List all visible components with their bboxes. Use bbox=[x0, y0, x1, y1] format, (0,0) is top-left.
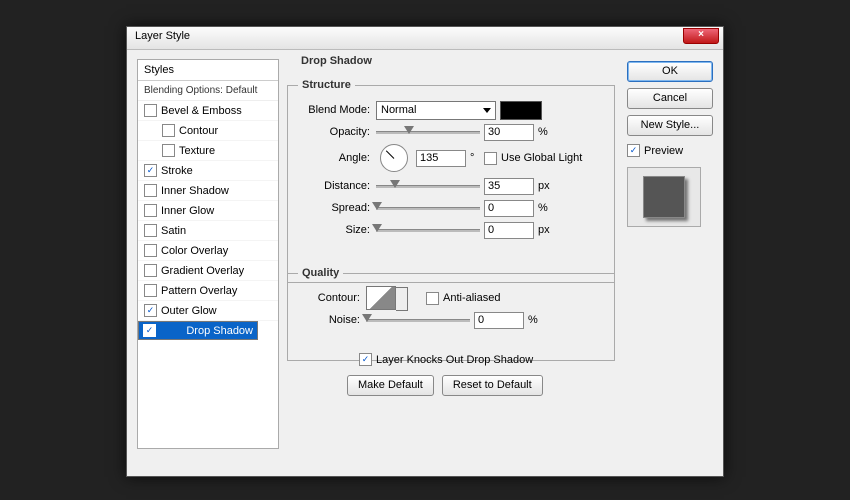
style-checkbox[interactable]: ✓ bbox=[143, 324, 156, 337]
structure-group: Structure Blend Mode: Normal Opacity: 30… bbox=[287, 79, 615, 283]
cancel-button[interactable]: Cancel bbox=[627, 88, 713, 109]
distance-label: Distance: bbox=[298, 180, 372, 192]
blend-mode-label: Blend Mode: bbox=[298, 104, 372, 116]
right-buttons: OK Cancel New Style... ✓ Preview bbox=[627, 61, 713, 227]
style-item-bevel-emboss[interactable]: Bevel & Emboss bbox=[138, 101, 278, 121]
preview-swatch bbox=[643, 176, 685, 218]
style-item-label: Outer Glow bbox=[161, 305, 217, 317]
preview-swatch-frame bbox=[627, 167, 701, 227]
style-checkbox[interactable] bbox=[144, 244, 157, 257]
style-item-satin[interactable]: Satin bbox=[138, 221, 278, 241]
size-label: Size: bbox=[298, 224, 372, 236]
layer-style-dialog: Layer Style × Styles Blending Options: D… bbox=[126, 26, 724, 477]
style-item-inner-shadow[interactable]: Inner Shadow bbox=[138, 181, 278, 201]
knockout-label: Layer Knocks Out Drop Shadow bbox=[376, 354, 533, 366]
noise-label: Noise: bbox=[298, 314, 362, 326]
style-item-stroke[interactable]: ✓ Stroke bbox=[138, 161, 278, 181]
shadow-color-swatch[interactable] bbox=[500, 101, 542, 120]
size-slider[interactable] bbox=[376, 223, 480, 237]
section-title: Drop Shadow bbox=[297, 55, 376, 67]
style-checkbox[interactable] bbox=[144, 264, 157, 277]
style-item-pattern-overlay[interactable]: Pattern Overlay bbox=[138, 281, 278, 301]
knockout-row: ✓ Layer Knocks Out Drop Shadow bbox=[359, 353, 533, 366]
preview-checkbox[interactable]: ✓ bbox=[627, 144, 640, 157]
angle-input[interactable]: 135 bbox=[416, 150, 466, 167]
global-light-checkbox[interactable] bbox=[484, 152, 497, 165]
drop-shadow-section: Drop Shadow Structure Blend Mode: Normal… bbox=[287, 55, 615, 291]
blending-options[interactable]: Blending Options: Default bbox=[138, 81, 278, 101]
style-item-inner-glow[interactable]: Inner Glow bbox=[138, 201, 278, 221]
chevron-down-icon bbox=[483, 108, 491, 113]
size-input[interactable]: 0 bbox=[484, 222, 534, 239]
opacity-input[interactable]: 30 bbox=[484, 124, 534, 141]
style-checkbox[interactable]: ✓ bbox=[144, 164, 157, 177]
style-checkbox[interactable] bbox=[162, 124, 175, 137]
angle-dial[interactable] bbox=[380, 144, 408, 172]
opacity-label: Opacity: bbox=[298, 126, 372, 138]
style-item-outer-glow[interactable]: ✓ Outer Glow bbox=[138, 301, 278, 321]
style-item-texture[interactable]: Texture bbox=[138, 141, 278, 161]
contour-label: Contour: bbox=[298, 292, 362, 304]
blend-mode-select[interactable]: Normal bbox=[376, 101, 496, 120]
noise-slider[interactable] bbox=[366, 313, 470, 327]
style-item-label: Inner Shadow bbox=[161, 185, 229, 197]
distance-slider[interactable] bbox=[376, 179, 480, 193]
antialiased-label: Anti-aliased bbox=[443, 292, 500, 304]
spread-slider[interactable] bbox=[376, 201, 480, 215]
chevron-down-icon bbox=[401, 295, 407, 299]
antialiased-checkbox[interactable] bbox=[426, 292, 439, 305]
style-checkbox[interactable]: ✓ bbox=[144, 304, 157, 317]
spread-label: Spread: bbox=[298, 202, 372, 214]
noise-input[interactable]: 0 bbox=[474, 312, 524, 329]
style-checkbox[interactable] bbox=[144, 104, 157, 117]
quality-legend: Quality bbox=[298, 267, 343, 279]
reset-default-button[interactable]: Reset to Default bbox=[442, 375, 543, 396]
style-item-label: Gradient Overlay bbox=[161, 265, 244, 277]
preview-label: Preview bbox=[644, 145, 683, 157]
style-checkbox[interactable] bbox=[144, 184, 157, 197]
dialog-title: Layer Style bbox=[135, 30, 190, 42]
close-button[interactable]: × bbox=[683, 28, 719, 44]
new-style-button[interactable]: New Style... bbox=[627, 115, 713, 136]
style-item-label: Stroke bbox=[161, 165, 193, 177]
style-item-drop-shadow[interactable]: ✓ Drop Shadow bbox=[138, 321, 258, 340]
spread-input[interactable]: 0 bbox=[484, 200, 534, 217]
style-item-label: Color Overlay bbox=[161, 245, 228, 257]
style-item-label: Texture bbox=[179, 145, 215, 157]
style-checkbox[interactable] bbox=[162, 144, 175, 157]
style-item-label: Drop Shadow bbox=[186, 325, 253, 337]
style-item-gradient-overlay[interactable]: Gradient Overlay bbox=[138, 261, 278, 281]
style-item-label: Inner Glow bbox=[161, 205, 214, 217]
styles-header[interactable]: Styles bbox=[138, 60, 278, 81]
style-item-label: Contour bbox=[179, 125, 218, 137]
quality-group: Quality Contour: Anti-aliased Noise: 0 % bbox=[287, 267, 615, 361]
titlebar[interactable]: Layer Style × bbox=[127, 27, 723, 50]
ok-button[interactable]: OK bbox=[627, 61, 713, 82]
styles-panel: Styles Blending Options: Default Bevel &… bbox=[137, 59, 279, 449]
structure-legend: Structure bbox=[298, 79, 355, 91]
distance-input[interactable]: 35 bbox=[484, 178, 534, 195]
knockout-checkbox[interactable]: ✓ bbox=[359, 353, 372, 366]
make-default-button[interactable]: Make Default bbox=[347, 375, 434, 396]
style-checkbox[interactable] bbox=[144, 224, 157, 237]
style-item-label: Satin bbox=[161, 225, 186, 237]
style-item-contour[interactable]: Contour bbox=[138, 121, 278, 141]
style-item-color-overlay[interactable]: Color Overlay bbox=[138, 241, 278, 261]
style-item-label: Pattern Overlay bbox=[161, 285, 237, 297]
contour-picker[interactable] bbox=[366, 286, 396, 310]
style-checkbox[interactable] bbox=[144, 204, 157, 217]
angle-label: Angle: bbox=[298, 152, 372, 164]
global-light-label: Use Global Light bbox=[501, 152, 582, 164]
style-checkbox[interactable] bbox=[144, 284, 157, 297]
style-item-label: Bevel & Emboss bbox=[161, 105, 242, 117]
opacity-slider[interactable] bbox=[376, 125, 480, 139]
